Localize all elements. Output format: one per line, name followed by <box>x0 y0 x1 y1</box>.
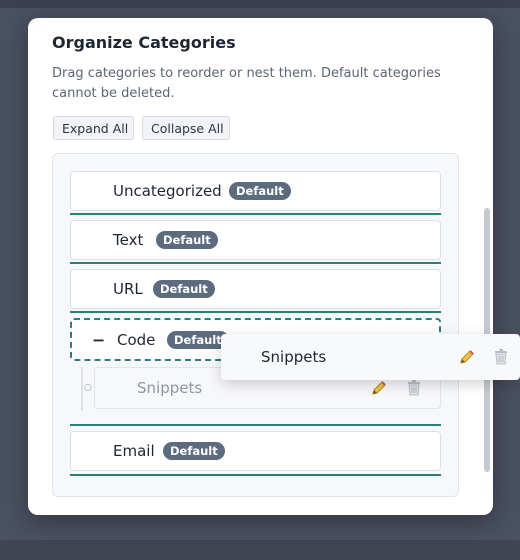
default-badge: Default <box>156 231 218 249</box>
nest-guide-line <box>81 367 83 411</box>
trash-icon[interactable] <box>404 378 424 398</box>
default-badge: Default <box>163 442 225 460</box>
category-name: Code <box>117 330 156 349</box>
category-row-url[interactable]: URL Default <box>70 269 441 309</box>
category-row-email[interactable]: Email Default <box>70 431 441 471</box>
pencil-icon[interactable] <box>457 347 477 367</box>
drop-indicator <box>70 262 441 264</box>
ghost-category-name: Snippets <box>261 348 327 366</box>
backdrop-bottom <box>0 540 520 560</box>
organize-categories-dialog: Organize Categories Drag categories to r… <box>28 18 493 515</box>
nest-bullet-icon: ○ <box>84 383 92 393</box>
drop-indicator <box>70 424 441 426</box>
drop-indicator <box>70 311 441 313</box>
dialog-description: Drag categories to reorder or nest them.… <box>52 66 441 101</box>
default-badge: Default <box>229 182 291 200</box>
category-name: Email <box>113 442 155 460</box>
drop-indicator <box>70 474 441 476</box>
backdrop-top <box>0 0 520 8</box>
category-name: Uncategorized <box>113 182 222 200</box>
collapse-all-button[interactable]: Collapse All <box>142 116 230 140</box>
default-badge: Default <box>167 330 229 349</box>
drag-ghost-snippets[interactable]: Snippets <box>221 334 520 380</box>
default-badge: Default <box>153 280 215 298</box>
category-row-text[interactable]: Text Default <box>70 220 441 260</box>
drop-indicator <box>70 213 441 215</box>
expand-all-button[interactable]: Expand All <box>53 116 134 140</box>
dialog-title: Organize Categories <box>52 33 236 52</box>
category-row-uncategorized[interactable]: Uncategorized Default <box>70 171 441 211</box>
category-name: Snippets <box>137 379 203 397</box>
category-name: URL <box>113 280 143 298</box>
trash-icon[interactable] <box>491 347 511 367</box>
collapse-toggle-icon[interactable]: − <box>92 330 105 349</box>
category-tree: Uncategorized Default Text Default URL D… <box>52 153 459 497</box>
pencil-icon[interactable] <box>369 378 389 398</box>
category-name: Text <box>113 231 144 249</box>
